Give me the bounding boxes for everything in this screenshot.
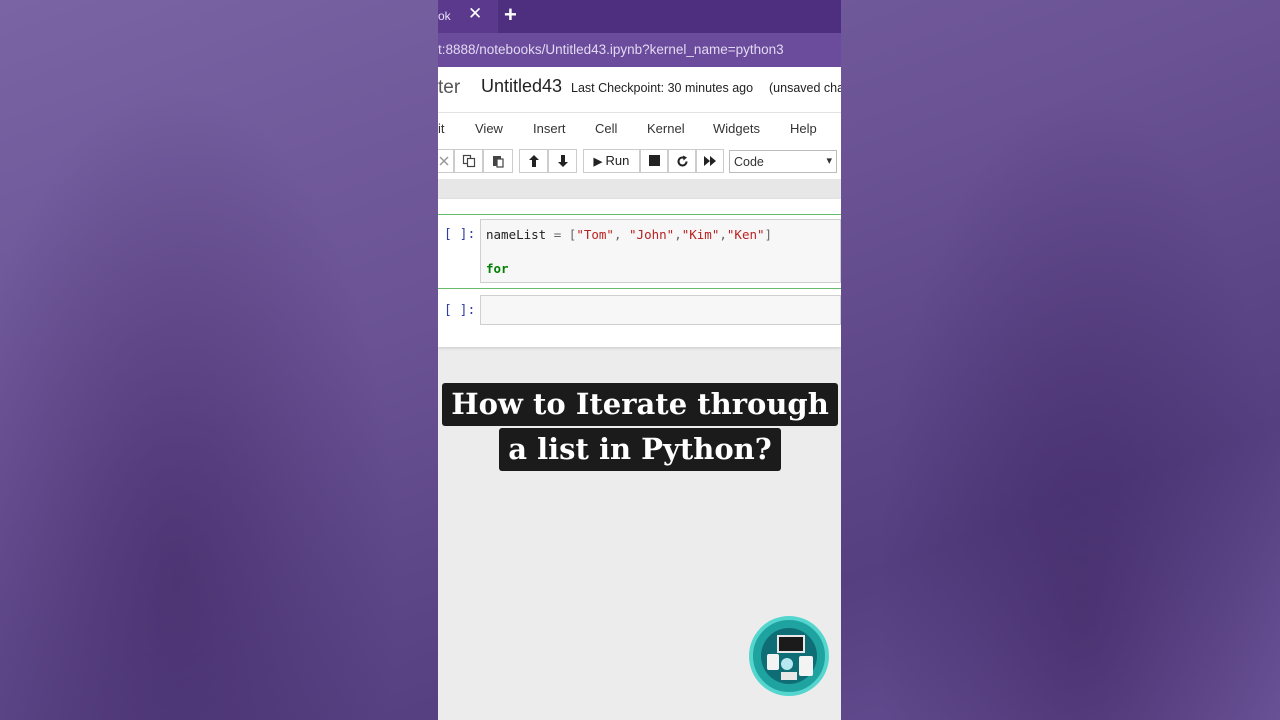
- chevron-down-icon: ▾: [826, 155, 832, 167]
- phone-icon: [767, 654, 779, 670]
- code-string: "John": [629, 227, 675, 242]
- jupyter-header: ter Untitled43 Last Checkpoint: 30 minut…: [438, 67, 841, 112]
- new-tab-icon[interactable]: +: [504, 2, 517, 28]
- run-button[interactable]: ▶ Run: [583, 149, 640, 173]
- menu-widgets[interactable]: Widgets: [713, 121, 760, 136]
- code-cell-input[interactable]: nameList = ["Tom", "John","Kim","Ken"] f…: [480, 219, 841, 283]
- fast-forward-icon[interactable]: [696, 149, 724, 173]
- move-up-icon[interactable]: [519, 149, 548, 173]
- menu-cell[interactable]: Cell: [595, 121, 617, 136]
- code-operator: = [: [546, 227, 577, 242]
- stop-icon[interactable]: [640, 149, 668, 173]
- menu-kernel[interactable]: Kernel: [647, 121, 685, 136]
- address-bar[interactable]: t:8888/notebooks/Untitled43.ipynb?kernel…: [438, 33, 841, 67]
- checkpoint-time: 30 minutes ago: [667, 81, 754, 95]
- url-text: t:8888/notebooks/Untitled43.ipynb?kernel…: [438, 42, 784, 57]
- laptop-icon: [781, 672, 797, 680]
- unsaved-changes: (unsaved cha: [769, 81, 841, 95]
- code-line: nameList = ["Tom", "John","Kim","Ken"]: [486, 227, 772, 242]
- menu-view[interactable]: View: [475, 121, 503, 136]
- browser-tab-bar: ok ✕ +: [438, 0, 841, 33]
- caption-line-2: a list in Python?: [499, 428, 781, 471]
- restart-icon[interactable]: [668, 149, 696, 173]
- toolbar-divider: [438, 179, 841, 199]
- move-down-icon[interactable]: [548, 149, 577, 173]
- cell-type-select[interactable]: Code ▾: [729, 150, 837, 173]
- monitor-icon: [777, 635, 805, 653]
- copy-icon[interactable]: [454, 149, 483, 173]
- code-string: "Kim": [681, 227, 720, 242]
- code-separator: ,: [613, 227, 630, 242]
- close-icon[interactable]: ✕: [468, 4, 482, 24]
- caption-line-1: How to Iterate through: [442, 383, 838, 426]
- code-variable: nameList: [486, 227, 547, 242]
- screen-recording: ok ✕ + t:8888/notebooks/Untitled43.ipynb…: [438, 0, 841, 720]
- cut-icon[interactable]: [438, 149, 454, 173]
- notebook-title[interactable]: Untitled43: [481, 76, 562, 97]
- channel-logo-inner: [761, 628, 817, 684]
- jupyter-logo[interactable]: ter: [438, 77, 460, 99]
- notebook-container: [ ]: nameList = ["Tom", "John","Kim","Ke…: [438, 199, 841, 347]
- menu-insert[interactable]: Insert: [533, 121, 566, 136]
- code-string: "Tom": [576, 227, 614, 242]
- paste-icon[interactable]: [483, 149, 513, 173]
- code-bracket: ]: [764, 227, 773, 242]
- menu-edit[interactable]: it: [438, 121, 445, 136]
- tablet-icon: [799, 656, 813, 676]
- notebook-toolbar: ▶ Run Code ▾: [438, 144, 841, 179]
- run-button-label: Run: [605, 153, 630, 168]
- background-left: [0, 0, 438, 720]
- code-keyword: for: [486, 261, 509, 276]
- code-separator: ,: [719, 227, 727, 242]
- cell-type-value: Code: [734, 155, 764, 169]
- cell-prompt: [ ]:: [444, 227, 476, 242]
- menu-help[interactable]: Help: [790, 121, 817, 136]
- cell-prompt: [ ]:: [444, 303, 476, 318]
- globe-icon: [781, 658, 793, 670]
- checkpoint-label: Last Checkpoint:: [571, 81, 665, 95]
- code-separator: ,: [674, 227, 682, 242]
- play-icon: ▶: [593, 156, 603, 168]
- empty-code-cell-input[interactable]: [480, 295, 841, 325]
- browser-tab[interactable]: ok ✕: [438, 0, 498, 33]
- code-string: "Ken": [726, 227, 765, 242]
- video-caption: How to Iterate through a list in Python?: [0, 383, 1280, 473]
- background-right: [841, 0, 1280, 720]
- channel-logo: [749, 616, 829, 696]
- menu-bar: it View Insert Cell Kernel Widgets Help: [438, 112, 841, 144]
- tab-label: ok: [438, 9, 451, 23]
- checkpoint-status: Last Checkpoint: 30 minutes ago: [571, 81, 753, 95]
